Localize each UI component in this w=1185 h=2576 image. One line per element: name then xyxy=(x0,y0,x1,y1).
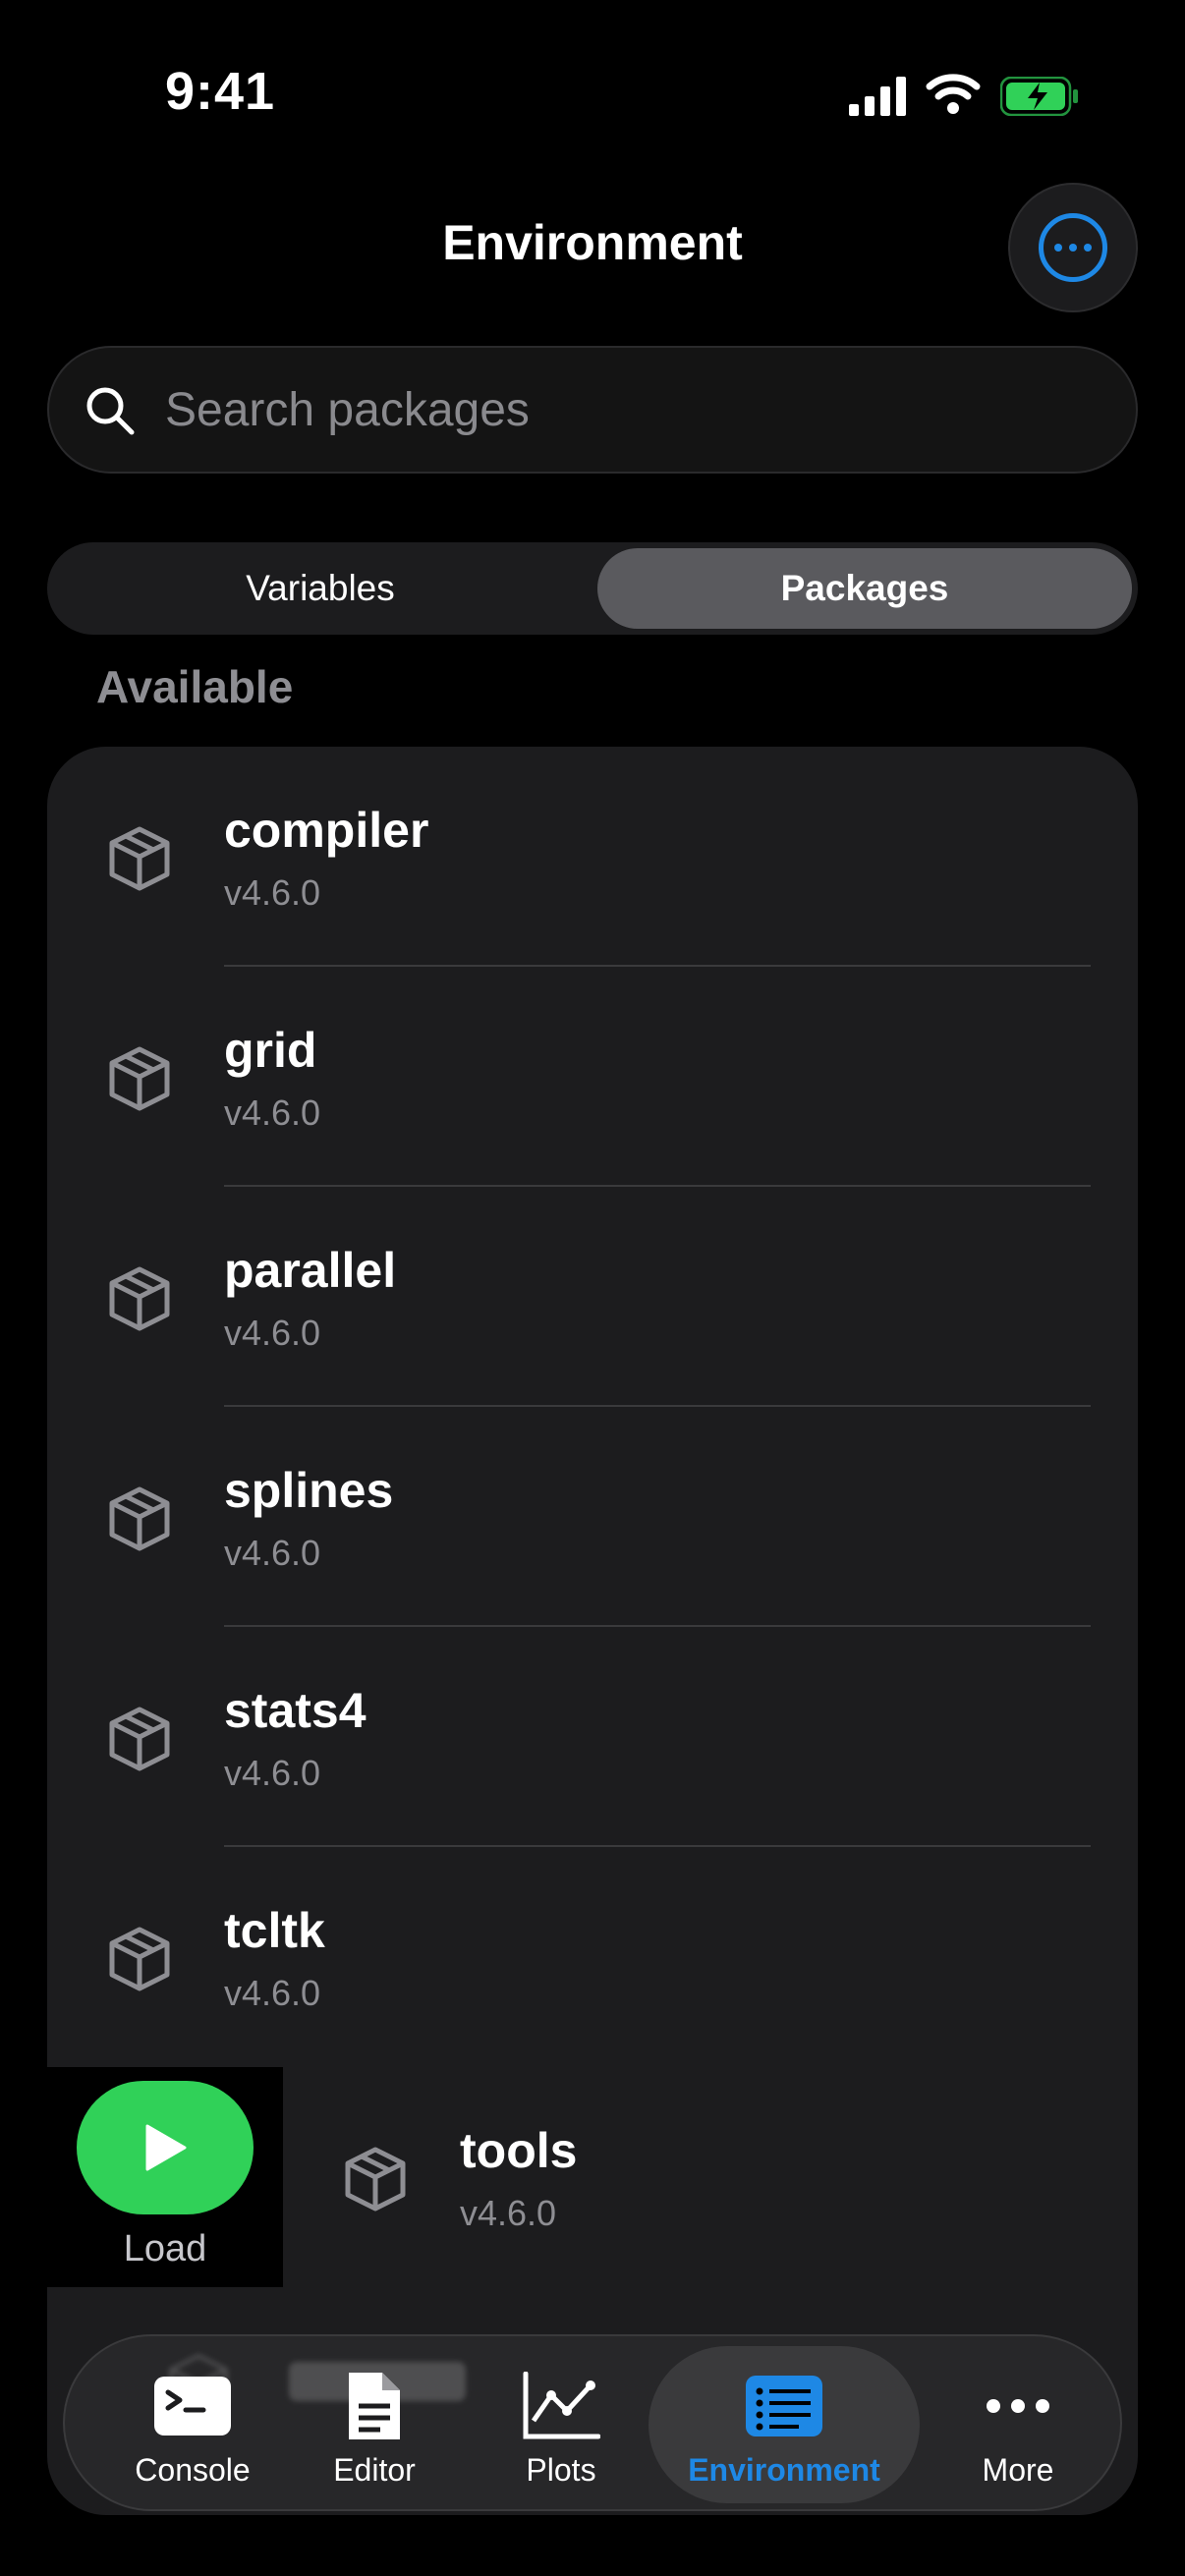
tab-more[interactable]: More xyxy=(949,2346,1087,2503)
package-name: tcltk xyxy=(224,1903,325,1958)
package-name: tools xyxy=(460,2123,578,2178)
package-name: parallel xyxy=(224,1243,397,1298)
more-options-button[interactable] xyxy=(1008,183,1138,312)
package-version: v4.6.0 xyxy=(224,1092,321,1133)
line-chart-icon xyxy=(521,2372,601,2440)
package-version: v4.6.0 xyxy=(224,872,321,913)
battery-charging-icon xyxy=(1000,77,1078,116)
wifi-icon xyxy=(926,74,981,114)
package-row[interactable]: stats4 v4.6.0 xyxy=(47,1627,1138,1847)
page-title: Environment xyxy=(442,215,743,270)
package-name: grid xyxy=(224,1023,317,1078)
package-row[interactable]: tcltk v4.6.0 xyxy=(47,1847,1138,2067)
search-bar[interactable] xyxy=(47,346,1138,474)
segmented-control: Variables Packages xyxy=(47,542,1138,635)
document-icon xyxy=(334,2372,415,2440)
tab-label: Environment xyxy=(688,2452,880,2488)
tab-environment[interactable]: Environment xyxy=(649,2346,920,2503)
status-time: 9:41 xyxy=(165,62,276,121)
segment-variables[interactable]: Variables xyxy=(53,548,588,629)
package-row-swiped[interactable]: Load tools v4.6.0 xyxy=(47,2067,1138,2287)
package-box-icon xyxy=(109,1046,170,1111)
package-list: compiler v4.6.0 grid v4.6.0 parallel v4.… xyxy=(47,747,1138,2515)
package-box-icon xyxy=(109,1266,170,1331)
search-icon xyxy=(86,387,135,435)
package-box-icon xyxy=(345,2147,406,2212)
package-version: v4.6.0 xyxy=(224,1533,321,1573)
package-version: v4.6.0 xyxy=(224,1313,321,1353)
package-version: v4.6.0 xyxy=(224,1753,321,1793)
package-name: compiler xyxy=(224,803,429,858)
ellipsis-circle-icon xyxy=(1039,213,1107,282)
tab-label: Editor xyxy=(333,2452,416,2488)
tab-label: Plots xyxy=(526,2452,596,2488)
package-name: splines xyxy=(224,1463,394,1518)
package-row[interactable]: parallel v4.6.0 xyxy=(47,1187,1138,1407)
list-icon xyxy=(744,2372,824,2440)
package-name: stats4 xyxy=(224,1683,367,1738)
package-row[interactable]: grid v4.6.0 xyxy=(47,967,1138,1187)
cellular-signal-icon xyxy=(849,77,906,116)
package-box-icon xyxy=(109,1707,170,1771)
load-action: Load xyxy=(47,2067,283,2287)
tab-label: Console xyxy=(135,2452,251,2488)
search-input[interactable] xyxy=(165,348,1108,472)
package-row[interactable]: splines v4.6.0 xyxy=(47,1407,1138,1627)
load-button[interactable] xyxy=(77,2081,254,2214)
segment-packages[interactable]: Packages xyxy=(597,548,1132,629)
terminal-icon xyxy=(152,2372,233,2440)
package-box-icon xyxy=(109,1486,170,1551)
tab-bar: Console Editor Plots Environment More xyxy=(63,2334,1122,2511)
play-icon xyxy=(145,2124,187,2171)
section-header-available: Available xyxy=(96,661,294,712)
tab-console[interactable]: Console xyxy=(114,2346,271,2503)
tab-editor[interactable]: Editor xyxy=(310,2346,438,2503)
package-box-icon xyxy=(109,1927,170,1991)
package-version: v4.6.0 xyxy=(224,1973,321,2013)
tab-plots[interactable]: Plots xyxy=(497,2346,625,2503)
package-box-icon xyxy=(109,826,170,891)
package-row[interactable]: compiler v4.6.0 xyxy=(47,747,1138,967)
package-version: v4.6.0 xyxy=(460,2193,557,2233)
status-bar: 9:41 xyxy=(0,0,1185,187)
load-label: Load xyxy=(123,2228,207,2269)
tab-label: More xyxy=(982,2452,1054,2488)
ellipsis-icon xyxy=(978,2372,1058,2440)
